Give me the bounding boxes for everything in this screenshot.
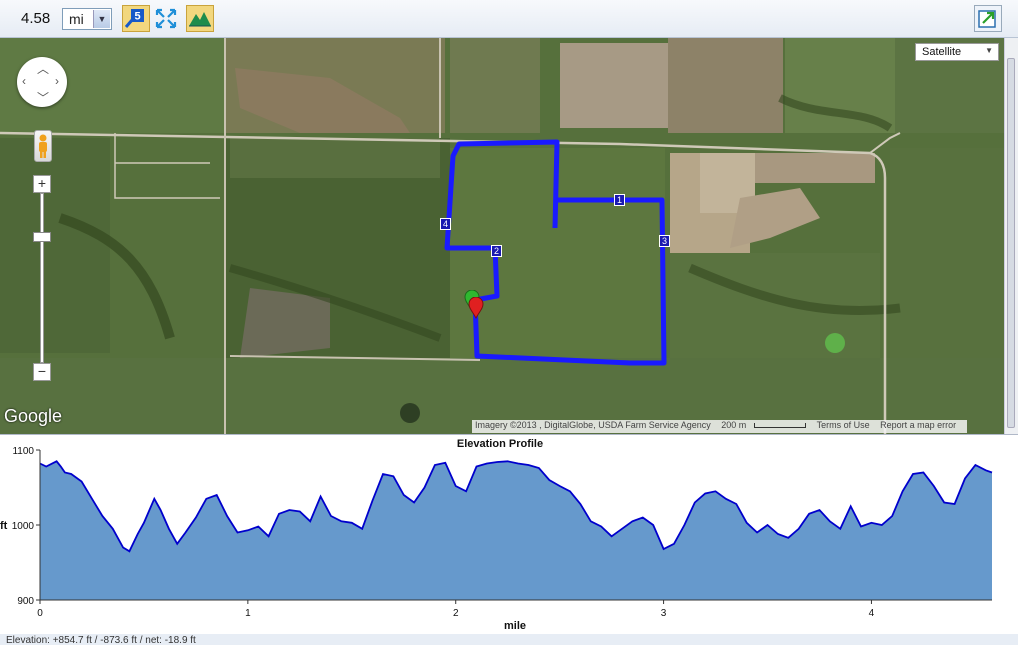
x-tick-label: 2	[453, 608, 459, 619]
fit-extent-button[interactable]	[152, 5, 180, 32]
elevation-chart[interactable]: Elevation Profile 0 1 2 3 490010001100 mile …	[0, 435, 1018, 635]
x-tick-label: 4	[869, 608, 875, 619]
laps-button[interactable]: 5	[122, 5, 150, 32]
map-type-value: Satellite	[922, 46, 962, 58]
pan-left-icon[interactable]: ‹	[22, 74, 26, 88]
map-type-select[interactable]: Satellite ▼	[915, 43, 999, 61]
elevation-area	[40, 461, 992, 600]
plot-area: 0 1 2 3 4 900 1000 1100	[12, 446, 993, 619]
zoom-slider-track[interactable]	[40, 193, 44, 363]
mile-marker-1[interactable]: 1	[614, 194, 625, 206]
report-error-link[interactable]: Report a map error	[880, 420, 956, 430]
elevation-profile-panel: Elevation Profile 0 1 2 3 4 900 1000 1100 mile …	[0, 434, 1018, 635]
pan-control[interactable]: ︿ ﹀ ‹ ›	[17, 57, 67, 107]
map-view[interactable]: 1 2 3 4 ︿ ﹀ ‹ › + − Satellite ▼ Google I…	[0, 38, 1018, 434]
unit-select-value: mi	[69, 11, 84, 27]
map-scrollbar[interactable]	[1004, 38, 1018, 434]
route-distance: 4.58	[21, 10, 51, 27]
street-view-pegman[interactable]	[34, 130, 52, 162]
y-tick-label: 900	[17, 596, 34, 607]
google-logo: Google	[4, 406, 63, 426]
x-axis-label: mile	[504, 620, 526, 632]
elevation-button[interactable]	[186, 5, 214, 32]
map-attribution: Imagery ©2013 , DigitalGlobe, USDA Farm …	[472, 420, 968, 433]
toolbar: 4.58 mi ▼ 5	[0, 0, 1018, 38]
y-tick-label: 1000	[12, 521, 35, 532]
end-marker-icon[interactable]	[468, 297, 484, 319]
scale-label: 200 m	[721, 420, 747, 430]
chevron-down-icon: ▼	[985, 46, 993, 55]
mile-marker-2[interactable]: 2	[491, 245, 502, 257]
y-axis-label: ft	[0, 520, 8, 532]
scale-bar	[754, 423, 807, 429]
pan-right-icon[interactable]: ›	[55, 74, 59, 88]
pan-down-icon[interactable]: ﹀	[37, 89, 49, 106]
pan-up-icon[interactable]: ︿	[37, 60, 49, 77]
terms-link[interactable]: Terms of Use	[817, 420, 870, 430]
lap-marker-icon: 5	[124, 9, 144, 28]
mile-marker-4[interactable]: 4	[440, 218, 451, 230]
zoom-out-button[interactable]: −	[33, 363, 51, 381]
zoom-in-button[interactable]: +	[33, 175, 51, 193]
unit-select[interactable]: mi ▼	[62, 8, 112, 30]
export-button[interactable]	[974, 5, 1002, 32]
svg-text:5: 5	[134, 11, 140, 23]
mile-marker-3[interactable]: 3	[659, 235, 670, 247]
imagery-credit: Imagery ©2013 , DigitalGlobe, USDA Farm …	[475, 420, 711, 430]
export-icon	[978, 10, 996, 28]
zoom-slider-thumb[interactable]	[33, 232, 51, 242]
chart-title: Elevation Profile	[457, 438, 543, 450]
y-tick-label: 1100	[12, 446, 34, 457]
satellite-imagery	[0, 38, 1018, 434]
x-tick-label: 3	[661, 608, 667, 619]
chevron-down-icon[interactable]: ▼	[93, 10, 110, 28]
elevation-summary: Elevation: +854.7 ft / -873.6 ft / net: …	[0, 634, 1018, 645]
pegman-icon	[39, 134, 47, 158]
x-tick-label: 0	[37, 608, 43, 619]
scrollbar-thumb[interactable]	[1007, 58, 1015, 428]
x-tick-label: 1	[245, 608, 251, 619]
mountain-icon	[189, 12, 211, 27]
expand-icon	[155, 8, 177, 29]
